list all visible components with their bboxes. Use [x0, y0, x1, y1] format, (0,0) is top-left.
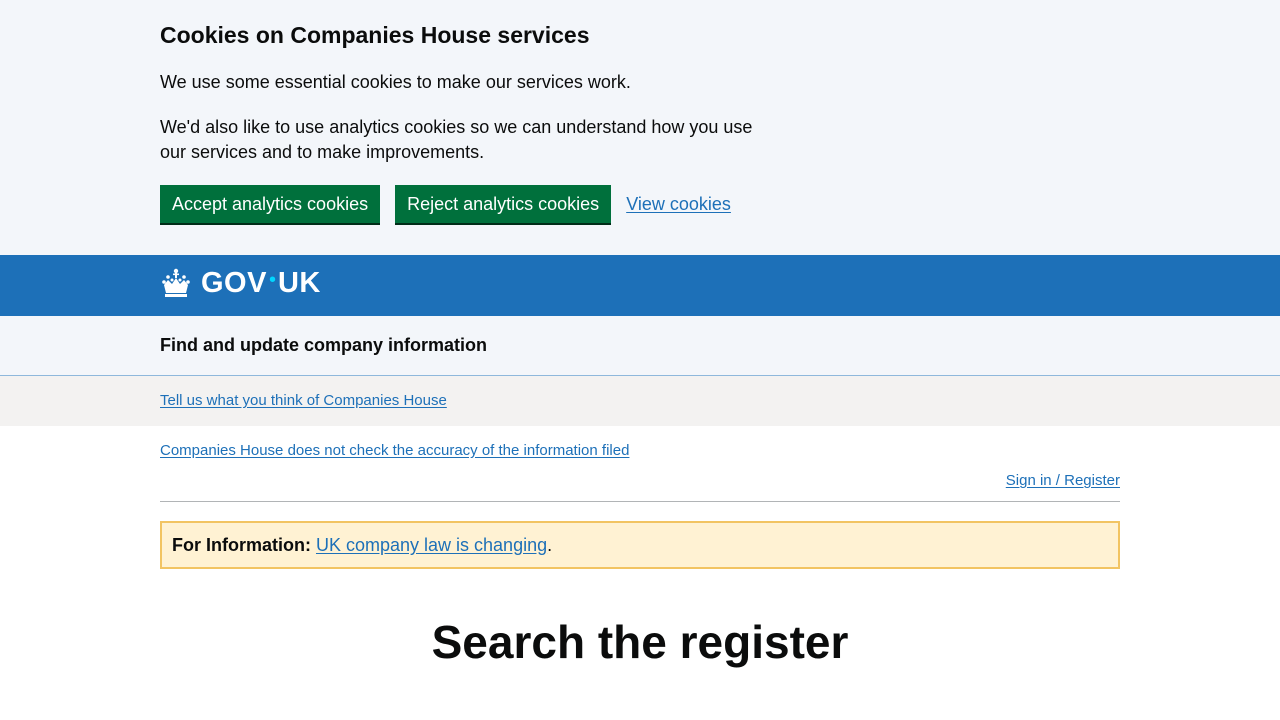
govuk-header: GOV • UK — [0, 255, 1280, 316]
govuk-logo-text-uk: UK — [277, 267, 321, 299]
feedback-bar: Tell us what you think of Companies Hous… — [0, 376, 1280, 426]
sign-in-register-link[interactable]: Sign in / Register — [1006, 472, 1120, 489]
section-divider — [160, 501, 1120, 502]
page-title: Search the register — [431, 616, 849, 668]
govuk-logo-text-gov: GOV — [201, 267, 267, 299]
cookie-banner-actions: Accept analytics cookies Reject analytic… — [160, 185, 731, 223]
feedback-link[interactable]: Tell us what you think of Companies Hous… — [160, 392, 447, 409]
view-cookies-link[interactable]: View cookies — [626, 194, 731, 215]
reject-analytics-cookies-button[interactable]: Reject analytics cookies — [395, 185, 612, 223]
crown-icon — [162, 268, 190, 297]
cookie-banner-text-analytics: We'd also like to use analytics cookies … — [160, 117, 753, 162]
govuk-logo-dot: • — [268, 269, 276, 291]
cookie-banner-title: Cookies on Companies House services — [160, 22, 590, 48]
notice-suffix: . — [547, 534, 553, 555]
service-name-link[interactable]: Find and update company information — [160, 335, 487, 356]
govuk-logo-link[interactable]: GOV • UK — [160, 267, 321, 300]
cookie-banner-content: Cookies on Companies House services We u… — [160, 20, 780, 165]
accuracy-disclaimer-link[interactable]: Companies House does not check the accur… — [160, 442, 629, 459]
cookie-banner-text-essential: We use some essential cookies to make ou… — [160, 72, 631, 92]
cookie-banner: Cookies on Companies House services We u… — [0, 0, 1280, 255]
accept-analytics-cookies-button[interactable]: Accept analytics cookies — [160, 185, 381, 223]
service-navigation: Find and update company information — [0, 316, 1280, 376]
information-notice: For Information: UK company law is chang… — [160, 521, 1120, 569]
notice-label: For Information: — [172, 534, 311, 555]
company-law-changing-link[interactable]: UK company law is changing — [316, 535, 547, 556]
